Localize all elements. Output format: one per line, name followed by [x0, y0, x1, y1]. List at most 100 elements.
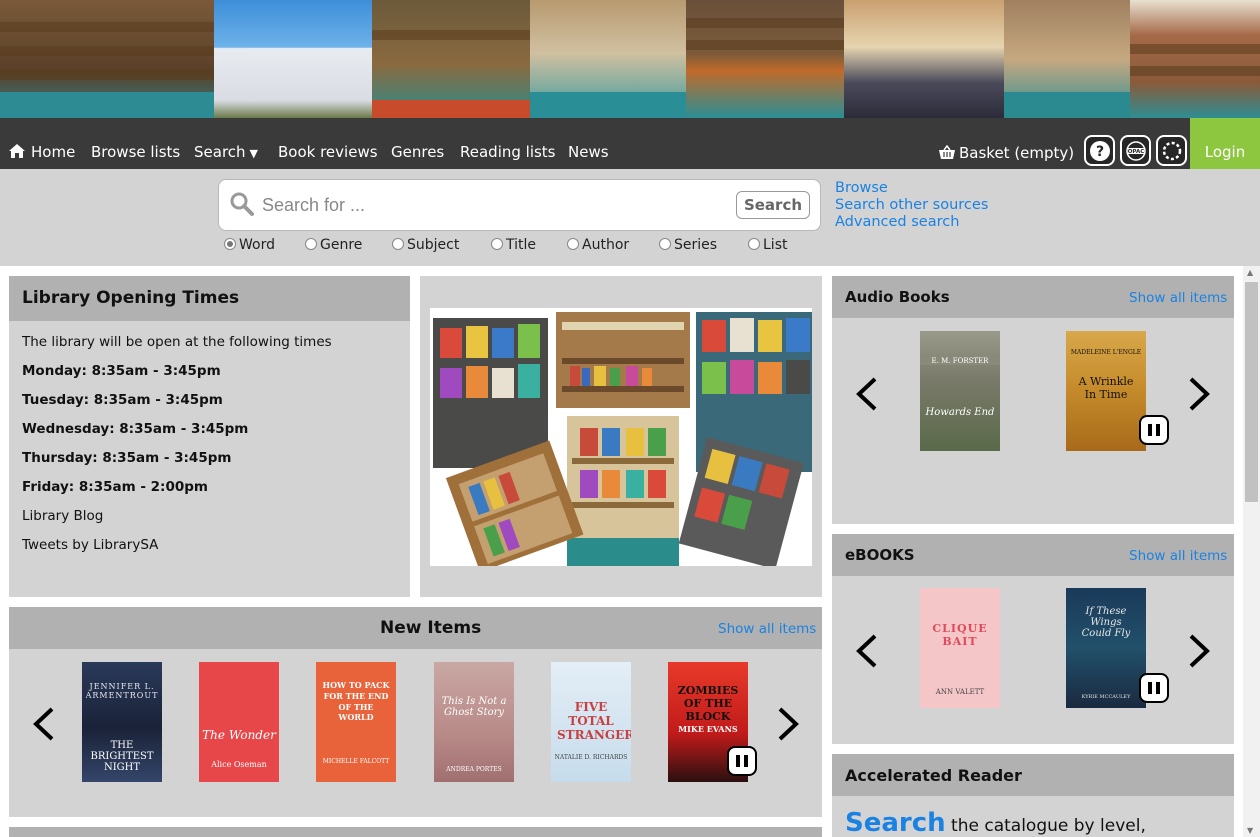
accelerated-reader-search-link[interactable]: Search [845, 808, 946, 837]
search-option-series[interactable]: Series [659, 237, 717, 257]
nav-book-reviews[interactable]: Book reviews [278, 118, 378, 169]
search-option-label: Title [506, 237, 537, 253]
cover-author: E. M. FORSTER [920, 357, 1000, 365]
book-cover[interactable]: If These Wings Could Fly KYRIE MCCAULEY [1066, 588, 1146, 708]
search-option-word[interactable]: Word [224, 237, 275, 257]
search-button[interactable]: Search [736, 191, 810, 219]
scrollbar-thumb[interactable] [1245, 282, 1258, 502]
radio-icon [305, 238, 317, 250]
opening-times-intro: The library will be open at the followin… [22, 334, 332, 350]
book-cover[interactable]: The Wonder Alice Oseman [199, 662, 279, 782]
next-panel-header [9, 827, 822, 837]
tweets-link[interactable]: Tweets by LibrarySA [22, 537, 158, 553]
search-option-subject[interactable]: Subject [392, 237, 459, 257]
help-icon[interactable]: ? [1084, 135, 1115, 166]
nav-search-dropdown[interactable]: Search ▼ [194, 118, 258, 169]
pause-icon[interactable] [1139, 673, 1169, 703]
banner-photo-computer-room [530, 0, 686, 118]
chevron-right-icon[interactable] [1187, 630, 1213, 676]
radio-icon [224, 238, 236, 250]
search-option-label: Author [582, 237, 630, 253]
cover-author: MIKE EVANS [678, 724, 738, 734]
cover-title: CLIQUE BAIT [932, 622, 988, 648]
cover-title: ZOMBIES OF THE BLOCK [677, 684, 739, 723]
search-option-label: List [763, 237, 788, 253]
book-cover[interactable]: HOW TO PACK FOR THE END OF THE WORLD MIC… [316, 662, 396, 782]
radio-icon [748, 238, 760, 250]
cover-title: The Wonder [202, 728, 276, 742]
book-cover[interactable]: This Is Not a Ghost Story ANDREA PORTES [434, 662, 514, 782]
audio-books-show-all-link[interactable]: Show all items [1129, 290, 1227, 306]
nav-news[interactable]: News [568, 118, 609, 169]
nav-home[interactable]: Home [9, 118, 75, 169]
hours-monday: Monday: 8:35am - 3:45pm [22, 363, 221, 379]
search-option-title[interactable]: Title [491, 237, 536, 257]
hours-friday: Friday: 8:35am - 2:00pm [22, 479, 208, 495]
library-blog-link[interactable]: Library Blog [22, 508, 103, 524]
search-option-label: Word [239, 237, 275, 253]
chevron-left-icon[interactable] [853, 373, 879, 419]
opac-icon[interactable]: OPAC [1120, 135, 1151, 166]
book-cover[interactable]: CLIQUE BAIT ANN VALETT [920, 588, 1000, 708]
cover-author: ANN VALETT [935, 688, 985, 696]
basket-label: Basket (empty) [959, 144, 1075, 162]
opening-times-title: Library Opening Times [22, 288, 240, 308]
header-banner [0, 0, 1260, 118]
audio-books-panel [832, 276, 1234, 524]
book-cover[interactable]: E. M. FORSTER Howards End [920, 331, 1000, 451]
chevron-left-icon[interactable] [853, 630, 879, 676]
cover-title: Howards End [925, 407, 995, 418]
ebooks-panel [832, 534, 1234, 744]
banner-photo-bookshelves [1130, 0, 1260, 118]
hours-wednesday: Wednesday: 8:35am - 3:45pm [22, 421, 249, 437]
radio-icon [392, 238, 404, 250]
radio-icon [567, 238, 579, 250]
book-cover[interactable]: FIVE TOTAL STRANGERS NATALIE D. RICHARDS [551, 662, 631, 782]
hours-tuesday: Tuesday: 8:35am - 3:45pm [22, 392, 223, 408]
search-icon [229, 191, 255, 221]
search-other-sources-link[interactable]: Search other sources [835, 197, 988, 213]
banner-photo-building [214, 0, 372, 118]
nav-browse-lists[interactable]: Browse lists [91, 118, 180, 169]
nav-genres[interactable]: Genres [391, 118, 444, 169]
svg-text:OPAC: OPAC [1127, 149, 1144, 155]
new-items-title: New Items [380, 618, 482, 638]
accelerated-reader-text: Search the catalogue by level, [845, 808, 1146, 837]
search-option-author[interactable]: Author [567, 237, 629, 257]
banner-photo-students [844, 0, 1004, 118]
ebooks-show-all-link[interactable]: Show all items [1129, 548, 1227, 564]
loading-icon[interactable] [1156, 135, 1187, 166]
scroll-up-icon[interactable]: ▲ [1247, 268, 1253, 277]
search-option-label: Subject [407, 237, 460, 253]
pause-icon[interactable] [727, 746, 757, 776]
basket-link[interactable]: Basket (empty) [939, 119, 1074, 170]
browse-link[interactable]: Browse [835, 180, 888, 196]
chevron-right-icon[interactable] [776, 703, 802, 749]
new-items-show-all-link[interactable]: Show all items [718, 621, 816, 637]
cover-title: This Is Not a Ghost Story [441, 696, 507, 718]
search-input[interactable] [262, 193, 722, 217]
login-button[interactable]: Login [1190, 118, 1260, 169]
banner-photo-tables [686, 0, 844, 118]
book-cover[interactable]: MADELEINE L'ENGLE A Wrinkle In Time [1066, 331, 1146, 451]
banner-photo-reading-room [372, 0, 530, 118]
chevron-down-icon: ▼ [249, 147, 259, 160]
search-option-list[interactable]: List [748, 237, 787, 257]
advanced-search-link[interactable]: Advanced search [835, 214, 959, 230]
scroll-down-icon[interactable]: ▼ [1247, 826, 1253, 835]
cover-author: Alice Oseman [211, 760, 267, 769]
search-option-genre[interactable]: Genre [305, 237, 362, 257]
radio-icon [491, 238, 503, 250]
chevron-right-icon[interactable] [1187, 373, 1213, 419]
book-cover[interactable]: JENNIFER L. ARMENTROUT THE BRIGHTEST NIG… [82, 662, 162, 782]
radio-icon [659, 238, 671, 250]
cover-title: FIVE TOTAL STRANGERS [557, 700, 631, 742]
cover-author: MADELEINE L'ENGLE [1070, 349, 1142, 356]
nav-reading-lists[interactable]: Reading lists [460, 118, 556, 169]
cover-author: ANDREA PORTES [446, 766, 502, 773]
pause-icon[interactable] [1139, 415, 1169, 445]
banner-photo-study-area [1004, 0, 1130, 118]
chevron-left-icon[interactable] [30, 703, 56, 749]
cover-author: KYRIE MCCAULEY [1081, 694, 1131, 700]
nav-home-label: Home [31, 143, 76, 161]
